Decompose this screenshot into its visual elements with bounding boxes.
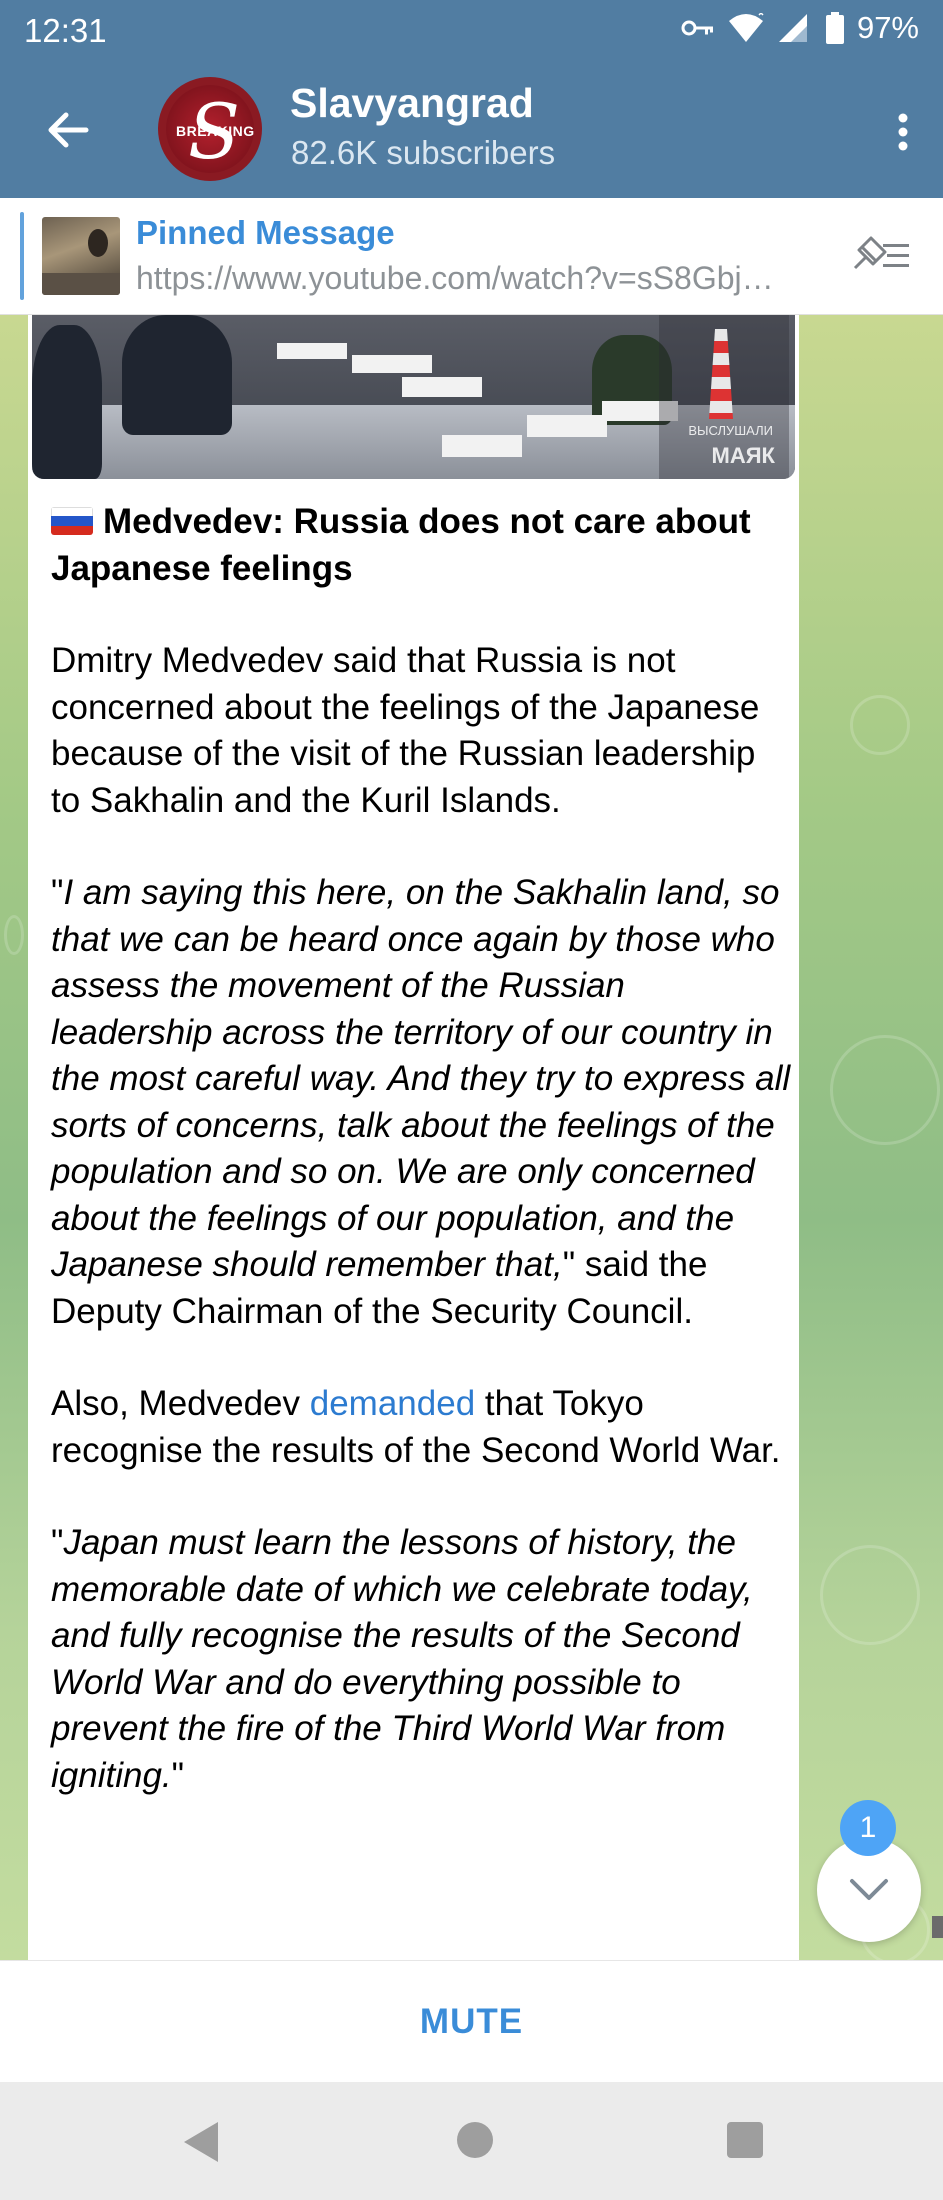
quote-2-close-mark: "	[171, 1755, 185, 1795]
channel-avatar[interactable]: S BREAKING	[158, 77, 262, 181]
nav-back-icon[interactable]	[180, 2120, 220, 2164]
signal-icon	[778, 14, 807, 42]
back-button[interactable]	[38, 100, 98, 160]
message-paragraph-3: Also, Medvedev demanded that Tokyo recog…	[51, 1381, 791, 1474]
pinned-thumbnail	[42, 217, 120, 295]
mute-button[interactable]: MUTE	[0, 1961, 943, 2083]
chat-header: S BREAKING Slavyangrad 82.6K subscribers	[0, 64, 943, 198]
message-title: Medvedev: Russia does not care about Jap…	[51, 499, 791, 592]
battery-icon	[825, 12, 844, 44]
message-photo[interactable]: ВЫСЛУШАЛИ МАЯК	[32, 315, 795, 479]
system-nav-bar	[0, 2082, 943, 2200]
pin-list-icon	[853, 236, 909, 270]
avatar-logo: S BREAKING	[166, 85, 255, 176]
status-bar: 12:31 97%	[0, 0, 943, 64]
watermark-caption: ВЫСЛУШАЛИ	[688, 423, 773, 438]
message-title-text: Medvedev: Russia does not care about Jap…	[51, 502, 751, 588]
message-bubble[interactable]: ВЫСЛУШАЛИ МАЯК Medvedev: Russia does not…	[28, 315, 799, 1960]
quote-2-open-mark: "	[51, 1523, 64, 1562]
message-text: Medvedev: Russia does not care about Jap…	[51, 499, 791, 1799]
quote-1: I am saying this here, on the Sakhalin l…	[51, 873, 791, 1284]
quote-2: Japan must learn the lessons of history,…	[51, 1523, 753, 1795]
more-vertical-icon	[898, 113, 908, 151]
message-paragraph-1: Dmitry Medvedev said that Russia is not …	[51, 641, 760, 820]
watermark-text: МАЯК	[711, 443, 775, 468]
pinned-message-bar[interactable]: Pinned Message https://www.youtube.com/w…	[0, 198, 943, 315]
quote-open-mark: "	[51, 873, 64, 912]
vpn-key-icon	[681, 20, 713, 36]
scrollbar-thumb[interactable]	[932, 1916, 943, 1938]
pinned-indicator	[20, 212, 24, 300]
chevron-down-icon	[850, 1879, 888, 1900]
avatar-text: BREAKING	[176, 123, 255, 139]
bottom-action-bar: MUTE	[0, 1960, 943, 2082]
more-menu-button[interactable]	[883, 102, 923, 162]
russia-flag-icon	[51, 507, 93, 535]
pinned-url: https://www.youtube.com/watch?v=sS8Gbj…	[136, 260, 774, 296]
paragraph-3-start: Also, Medvedev	[51, 1384, 310, 1423]
arrow-left-icon	[48, 112, 89, 148]
demanded-link[interactable]: demanded	[310, 1384, 475, 1423]
nav-recents-icon[interactable]	[727, 2122, 763, 2158]
wifi-icon	[728, 13, 764, 42]
status-time: 12:31	[24, 12, 107, 49]
status-icons: 97%	[681, 10, 919, 46]
message-paragraph-4: "Japan must learn the lessons of history…	[51, 1520, 791, 1799]
message-paragraph-2: "I am saying this here, on the Sakhalin …	[51, 870, 791, 1335]
unread-badge: 1	[840, 1800, 896, 1856]
nav-home-icon[interactable]	[457, 2122, 493, 2158]
battery-percent: 97%	[856, 10, 919, 45]
channel-name[interactable]: Slavyangrad	[290, 80, 534, 127]
subscriber-count: 82.6K subscribers	[291, 134, 556, 171]
lighthouse-icon	[709, 329, 733, 419]
pinned-list-button[interactable]	[849, 232, 915, 280]
pinned-title: Pinned Message	[136, 214, 395, 251]
